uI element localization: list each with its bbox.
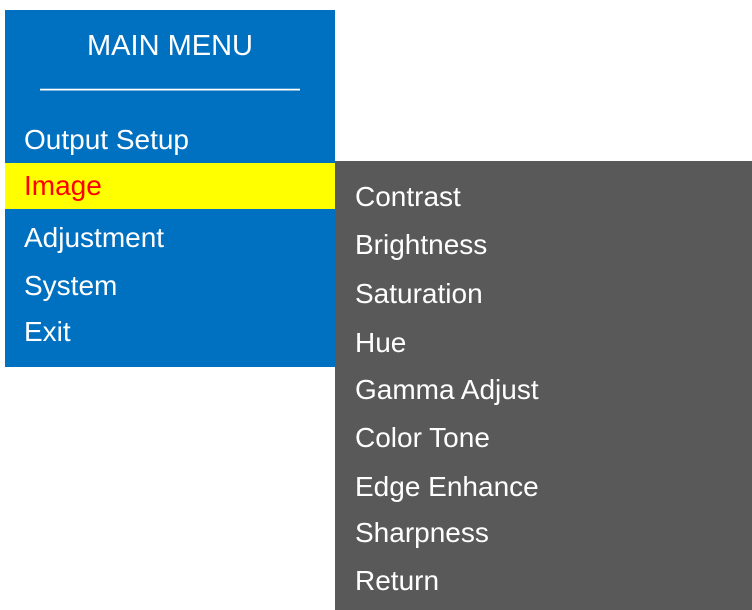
submenu-item-return[interactable]: Return xyxy=(335,557,752,605)
menu-item-exit[interactable]: Exit xyxy=(5,309,335,355)
submenu-item-hue[interactable]: Hue xyxy=(335,319,752,367)
submenu-item-brightness[interactable]: Brightness xyxy=(335,221,752,269)
menu-title: MAIN MENU xyxy=(87,30,253,62)
main-menu-panel: MAIN MENU —————————— Output Setup Image … xyxy=(5,10,335,367)
submenu-item-gamma-adjust[interactable]: Gamma Adjust xyxy=(335,366,752,414)
menu-item-adjustment[interactable]: Adjustment xyxy=(5,215,335,261)
menu-item-output-setup[interactable]: Output Setup xyxy=(5,117,335,163)
image-submenu-panel: Contrast Brightness Saturation Hue Gamma… xyxy=(335,161,752,610)
submenu-item-edge-enhance[interactable]: Edge Enhance xyxy=(335,463,752,511)
menu-divider: —————————— xyxy=(40,72,300,102)
submenu-item-sharpness[interactable]: Sharpness xyxy=(335,509,752,557)
submenu-item-color-tone[interactable]: Color Tone xyxy=(335,414,752,462)
menu-item-image[interactable]: Image xyxy=(5,163,335,209)
submenu-item-contrast[interactable]: Contrast xyxy=(335,173,752,221)
menu-item-system[interactable]: System xyxy=(5,263,335,309)
submenu-item-saturation[interactable]: Saturation xyxy=(335,270,752,318)
